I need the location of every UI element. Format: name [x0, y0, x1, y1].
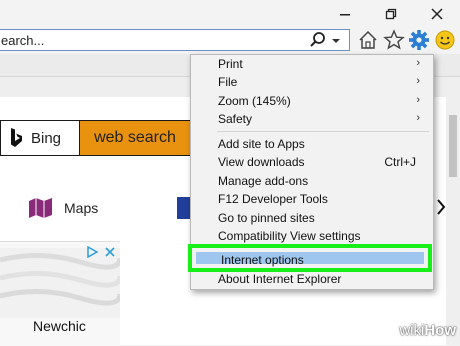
menu-item-label: Add site to Apps	[218, 137, 305, 151]
close-icon	[431, 8, 443, 20]
maps-icon	[29, 198, 52, 218]
menu-item-label: Go to pinned sites	[218, 211, 315, 225]
web-search-button[interactable]: web search	[79, 120, 191, 156]
minimize-button[interactable]	[326, 2, 364, 26]
bing-logo-icon	[11, 128, 22, 147]
bing-label: Bing	[31, 130, 62, 147]
favorites-star-icon[interactable]	[383, 29, 405, 51]
close-button[interactable]	[418, 2, 456, 26]
maps-link[interactable]: Maps	[28, 197, 98, 219]
menu-item-label: Print	[218, 57, 243, 71]
menu-item-label: File	[218, 75, 238, 89]
menu-item-internet-options[interactable]: Internet options	[196, 252, 424, 267]
menu-item-about-internet-explorer[interactable]: About Internet Explorer	[192, 270, 430, 288]
menu-item-add-site-to-apps[interactable]: Add site to Apps	[192, 135, 430, 153]
ad-choices-icon[interactable]	[86, 246, 98, 258]
menu-item-label: View downloads	[218, 155, 305, 169]
menu-item-label: Internet options	[221, 253, 304, 267]
menu-item-file[interactable]: File ›	[192, 73, 430, 91]
menu-separator	[217, 131, 429, 132]
web-search-label: web search	[94, 129, 176, 146]
menu-item-view-downloads[interactable]: View downloads Ctrl+J	[192, 153, 430, 171]
wikihow-watermark: wikiHow	[399, 322, 456, 339]
blue-tile[interactable]	[177, 197, 190, 219]
chevron-right-icon[interactable]	[436, 198, 446, 216]
maps-label: Maps	[64, 200, 99, 216]
menu-item-compatibility-view-settings[interactable]: Compatibility View settings	[192, 227, 430, 245]
minimize-icon	[340, 14, 350, 16]
menu-item-shortcut: Ctrl+J	[384, 155, 416, 169]
menu-item-label: Zoom (145%)	[218, 94, 291, 108]
bing-search-box[interactable]: Bing	[0, 120, 80, 156]
submenu-arrow-icon: ›	[416, 75, 420, 87]
ad-banner[interactable]: Newchic	[0, 241, 120, 346]
menu-item-zoom[interactable]: Zoom (145%) ›	[192, 92, 430, 110]
menu-item-print[interactable]: Print ›	[192, 55, 430, 73]
vertical-scrollbar[interactable]	[446, 77, 460, 345]
menu-item-safety[interactable]: Safety ›	[192, 110, 430, 128]
address-input[interactable]: earch...	[0, 29, 350, 51]
ad-close-icon[interactable]	[104, 246, 116, 258]
watermark-wiki: wiki	[399, 322, 425, 339]
smiley-feedback-icon[interactable]	[434, 29, 456, 51]
menu-item-manage-add-ons[interactable]: Manage add-ons	[192, 172, 430, 190]
menu-item-label: About Internet Explorer	[218, 272, 342, 286]
menu-item-label: Safety	[218, 112, 253, 126]
menu-item-label: F12 Developer Tools	[218, 192, 328, 206]
home-icon[interactable]	[357, 29, 379, 51]
menu-item-f12-developer-tools[interactable]: F12 Developer Tools	[192, 190, 430, 208]
ad-brand: Newchic	[33, 318, 86, 334]
address-bar-row: earch...	[0, 28, 460, 54]
restore-button[interactable]	[372, 2, 410, 26]
highlight-callout: Internet options	[188, 244, 432, 272]
settings-gear-icon[interactable]	[408, 29, 430, 51]
submenu-arrow-icon: ›	[416, 57, 420, 69]
submenu-arrow-icon: ›	[416, 112, 420, 124]
title-bar	[0, 0, 460, 28]
menu-item-go-to-pinned-sites[interactable]: Go to pinned sites	[192, 209, 430, 227]
search-icon[interactable]	[309, 31, 327, 49]
address-text: earch...	[1, 33, 45, 48]
restore-icon	[385, 8, 397, 20]
ad-image	[0, 248, 120, 318]
dropdown-icon[interactable]	[331, 36, 341, 46]
menu-item-label: Compatibility View settings	[218, 229, 361, 243]
submenu-arrow-icon: ›	[416, 94, 420, 106]
menu-item-label: Manage add-ons	[218, 174, 309, 188]
scrollbar-thumb[interactable]	[449, 115, 457, 177]
watermark-how: How	[424, 322, 456, 339]
